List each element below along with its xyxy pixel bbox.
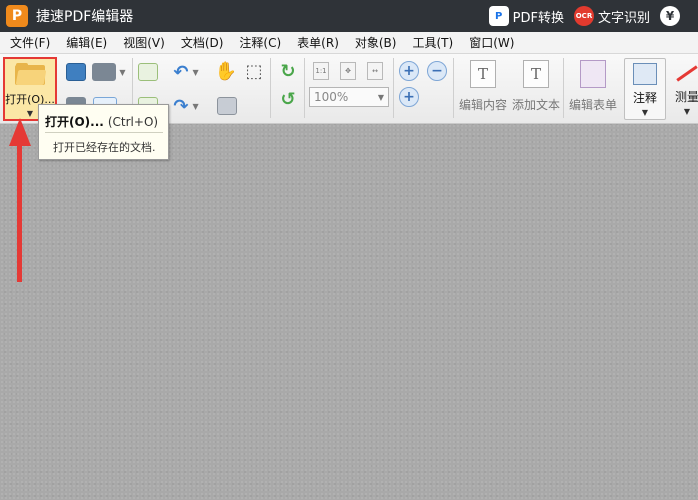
zoom-tool-button[interactable]: + <box>398 86 420 108</box>
scanner-icon <box>92 63 117 81</box>
add-text-icon: T <box>523 60 549 88</box>
zoom-out-button[interactable]: − <box>426 60 448 82</box>
select-arrow-icon: ⬚ <box>245 60 263 82</box>
actual-size-icon: 1:1 <box>313 62 329 80</box>
zoom-level-select[interactable]: 100% ▼ <box>309 87 389 107</box>
edit-form-label: 编辑表单 <box>568 98 617 112</box>
menu-bar: 文件(F) 编辑(E) 视图(V) 文档(D) 注释(C) 表单(R) 对象(B… <box>0 32 698 54</box>
undo-icon: ↶ <box>173 61 189 83</box>
fit-width-button[interactable]: ↔ <box>365 60 385 82</box>
annotation-arrow-shaft <box>17 140 22 282</box>
measure-dropdown-icon[interactable]: ▼ <box>684 107 690 116</box>
snapshot-button[interactable] <box>214 94 240 118</box>
menu-form[interactable]: 表单(R) <box>289 32 347 54</box>
edit-content-button[interactable]: T 编辑内容 <box>458 58 508 120</box>
scan-button[interactable]: ▼ <box>91 60 127 84</box>
add-text-button[interactable]: T 添加文本 <box>511 58 561 120</box>
document-area[interactable] <box>0 124 698 500</box>
extract-page-button[interactable] <box>136 60 160 84</box>
tooltip-shortcut: (Ctrl+O) <box>107 115 159 129</box>
annotate-button[interactable]: 注释 ▼ <box>624 58 666 120</box>
menu-tools[interactable]: 工具(T) <box>404 32 461 54</box>
zoom-in-button[interactable]: + <box>398 60 420 82</box>
menu-window[interactable]: 窗口(W) <box>461 32 522 54</box>
redo-icon: ↷ <box>173 95 189 117</box>
fit-page-button[interactable]: ✥ <box>338 60 358 82</box>
annotate-dropdown-icon[interactable]: ▼ <box>642 108 648 117</box>
pdf-convert-icon: P <box>488 6 509 26</box>
ocr-icon: OCR <box>573 6 594 26</box>
title-bar: P 捷速PDF编辑器 P PDF转换 OCR 文字识别 ¥ <box>0 0 698 32</box>
menu-file[interactable]: 文件(F) <box>0 32 58 54</box>
ocr-label: 文字识别 <box>597 10 650 26</box>
form-icon <box>580 60 606 88</box>
zoom-in-icon: + <box>399 61 419 81</box>
hand-icon: ✋ <box>214 60 238 82</box>
folder-icon <box>15 63 47 85</box>
add-text-label: 添加文本 <box>511 98 560 112</box>
edit-form-button[interactable]: 编辑表单 <box>567 58 619 120</box>
tooltip-title-text: 打开(O)... <box>45 115 104 129</box>
open-dropdown-icon[interactable]: ▼ <box>27 109 33 118</box>
zoom-dropdown-icon: ▼ <box>377 92 384 102</box>
rotate-cw-icon: ↻ <box>280 60 296 82</box>
yen-icon: ¥ <box>660 6 680 26</box>
pdf-convert-button[interactable]: P PDF转换 <box>488 6 564 26</box>
edit-content-icon: T <box>470 60 496 88</box>
save-icon <box>66 63 86 81</box>
tooltip-description: 打开已经存在的文档. <box>53 141 156 154</box>
measure-button[interactable]: 测量 ▼ <box>670 58 698 120</box>
purchase-button[interactable]: ¥ <box>660 6 688 26</box>
actual-size-button[interactable]: 1:1 <box>311 60 331 82</box>
app-logo-icon: P <box>6 5 28 27</box>
rotate-cw-button[interactable]: ↻ <box>276 58 300 84</box>
select-tool-button[interactable]: ⬚ <box>242 58 266 84</box>
zoom-out-icon: − <box>427 61 447 81</box>
undo-button[interactable]: ↶ ▼ <box>166 60 206 84</box>
ruler-icon <box>675 62 698 84</box>
menu-comment[interactable]: 注释(C) <box>231 32 289 54</box>
annotate-icon <box>633 63 657 85</box>
rotate-ccw-button[interactable]: ↺ <box>276 86 300 112</box>
menu-edit[interactable]: 编辑(E) <box>58 32 115 54</box>
camera-icon <box>217 97 237 115</box>
ocr-button[interactable]: OCR 文字识别 <box>573 6 650 26</box>
fit-width-icon: ↔ <box>367 62 383 80</box>
title-actions: P PDF转换 OCR 文字识别 ¥ <box>488 0 698 32</box>
app-title: 捷速PDF编辑器 <box>36 9 134 25</box>
fit-page-icon: ✥ <box>340 62 356 80</box>
zoom-level-value: 100% <box>314 90 349 104</box>
edit-content-label: 编辑内容 <box>458 98 507 112</box>
measure-label: 测量 <box>674 90 698 104</box>
menu-object[interactable]: 对象(B) <box>347 32 405 54</box>
zoom-tool-icon: + <box>399 87 419 107</box>
menu-document[interactable]: 文档(D) <box>173 32 232 54</box>
save-button[interactable] <box>64 60 88 84</box>
pdf-convert-label: PDF转换 <box>512 10 564 26</box>
hand-tool-button[interactable]: ✋ <box>214 58 238 84</box>
rotate-ccw-icon: ↺ <box>280 88 296 110</box>
open-tooltip: 打开(O)... (Ctrl+O) 打开已经存在的文档. <box>38 104 169 160</box>
tooltip-divider <box>45 132 163 133</box>
redo-button[interactable]: ↷ ▼ <box>166 94 206 118</box>
menu-view[interactable]: 视图(V) <box>115 32 173 54</box>
annotate-label: 注释 <box>632 91 657 105</box>
tooltip-title: 打开(O)... (Ctrl+O) <box>45 113 158 130</box>
page-export-icon <box>138 63 158 81</box>
